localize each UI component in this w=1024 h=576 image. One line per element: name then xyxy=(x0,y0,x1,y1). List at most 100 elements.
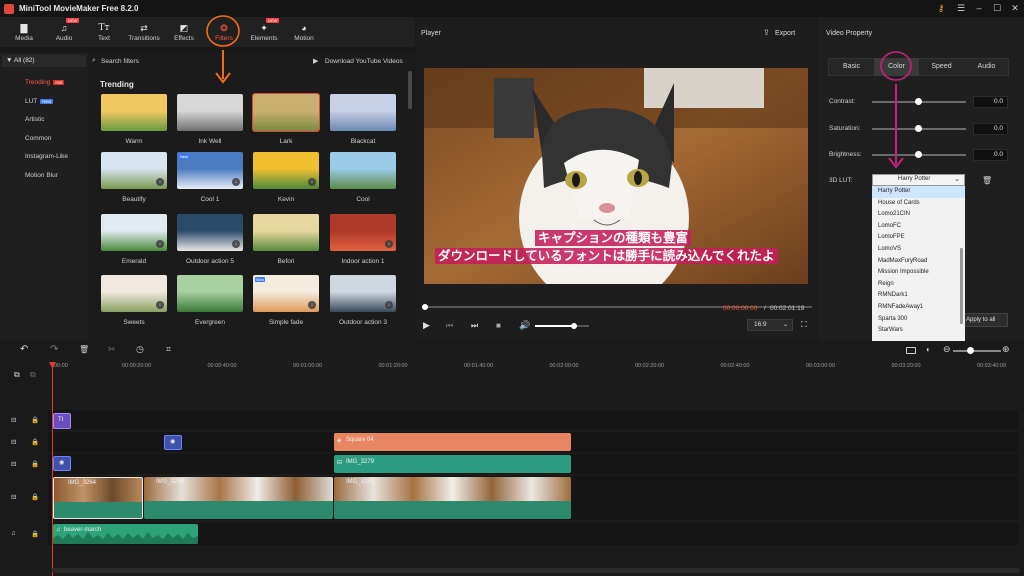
video-clip-3[interactable]: IMG_3281 xyxy=(334,477,571,519)
filter-thumb-emerald[interactable]: ↓ xyxy=(101,214,167,251)
zoom-slider[interactable] xyxy=(953,347,1001,354)
copy-track-icon[interactable]: ⧉ xyxy=(30,370,36,380)
previous-frame-button[interactable]: ⏮ xyxy=(446,321,453,331)
brightness-handle[interactable] xyxy=(915,151,922,158)
stop-button[interactable]: ■ xyxy=(496,321,501,330)
lock-icon[interactable]: 🔒 xyxy=(31,530,39,538)
close-button[interactable]: ✕ xyxy=(1008,2,1022,15)
tab-audio[interactable]: Audio xyxy=(964,58,1009,76)
apply-to-all-button[interactable]: Apply to all xyxy=(959,313,1008,327)
tab-audio[interactable]: ♫ NEW Audio xyxy=(44,17,84,47)
saturation-handle[interactable] xyxy=(915,125,922,132)
scissors-icon[interactable]: ✂ xyxy=(108,344,116,355)
category-trending[interactable]: Trending Hot xyxy=(25,79,65,86)
lut-select[interactable]: Harry Potter ⌄ xyxy=(872,174,965,186)
contrast-value-field[interactable]: 0.0 xyxy=(973,96,1008,108)
volume-slider[interactable] xyxy=(535,323,589,329)
play-button[interactable]: ▶ xyxy=(423,320,430,331)
lut-option[interactable]: Harry Potter xyxy=(872,186,965,198)
redo-icon[interactable]: ↷ xyxy=(50,344,58,355)
filter-thumb-lark[interactable] xyxy=(252,93,320,132)
download-youtube-link[interactable]: Download YouTube Videos xyxy=(325,58,403,65)
category-lut[interactable]: LUT New xyxy=(25,98,54,105)
category-artistic[interactable]: Artistic xyxy=(25,116,45,123)
download-icon[interactable]: ↓ xyxy=(156,240,164,248)
timeline-scrollbar[interactable] xyxy=(52,568,1020,573)
text-clip[interactable]: Tt xyxy=(53,413,71,429)
filter-thumb-outdoor-action-5[interactable]: ↓ xyxy=(177,214,243,251)
tab-color[interactable]: Color xyxy=(874,58,919,76)
split-icon[interactable]: ◐ xyxy=(926,345,931,354)
tab-filters[interactable]: ❂ Filters xyxy=(204,17,244,47)
filters-scrollbar[interactable] xyxy=(408,71,412,109)
aspect-ratio-select[interactable]: 16:9 ⌄ xyxy=(747,319,793,331)
filter-thumb-outdoor-action-3[interactable]: ↓ xyxy=(330,275,396,312)
lock-icon[interactable]: 🔒 xyxy=(31,438,39,446)
timeline-ruler[interactable]: 00:00 00:00:20:00 00:00:40:00 00:01:00:00 00… xyxy=(48,360,1024,382)
filter-thumb-ink-well[interactable] xyxy=(177,94,243,131)
element-clip[interactable]: ◈ Square 04 xyxy=(334,433,571,451)
trash-icon[interactable]: 🗑 xyxy=(982,176,992,185)
lut-option[interactable]: RMNFadeAway1 xyxy=(872,302,965,314)
lut-option[interactable]: Mission Impossible xyxy=(872,267,965,279)
volume-handle[interactable] xyxy=(570,323,577,329)
filter-thumb-cool[interactable] xyxy=(330,152,396,189)
category-motion-blur[interactable]: Motion Blur xyxy=(25,172,58,179)
lut-option[interactable]: StarWars xyxy=(872,325,965,337)
lut-option[interactable]: Sparta 300 xyxy=(872,314,965,326)
crop-icon[interactable]: ⌗ xyxy=(166,344,171,355)
tab-transitions[interactable]: ⇄ Transitions xyxy=(124,17,164,47)
contrast-slider[interactable] xyxy=(872,98,966,105)
category-instagram-like[interactable]: Instagram-Like xyxy=(25,153,68,160)
lut-option[interactable]: Lomo21CIN xyxy=(872,209,965,221)
maximize-button[interactable]: ☐ xyxy=(990,2,1004,15)
lock-icon[interactable]: 🔒 xyxy=(31,493,39,501)
undo-icon[interactable]: ↶ xyxy=(20,344,28,355)
filter-thumb-evergreen[interactable] xyxy=(177,275,243,312)
lut-option[interactable]: MadMaxFuryRoad xyxy=(872,256,965,268)
brightness-value-field[interactable]: 0.0 xyxy=(973,149,1008,161)
category-common[interactable]: Common xyxy=(25,135,51,142)
playhead[interactable] xyxy=(52,364,53,576)
brightness-slider[interactable] xyxy=(872,151,966,158)
tab-basic[interactable]: Basic xyxy=(829,58,874,76)
lut-option[interactable]: House of Cards xyxy=(872,198,965,210)
filter-thumb-indoor-action-1[interactable]: ↓ xyxy=(330,214,396,251)
sticker-clip-2[interactable]: ◉ xyxy=(53,456,71,471)
filter-thumb-sweets[interactable]: ↓ xyxy=(101,275,167,312)
sticker-clip[interactable]: ◉ xyxy=(164,435,182,450)
download-icon[interactable]: ↓ xyxy=(232,178,240,186)
download-icon[interactable]: ↓ xyxy=(232,240,240,248)
lut-option[interactable]: LomoVS xyxy=(872,244,965,256)
filter-thumb-simple-fade[interactable]: ↓ New xyxy=(253,275,319,312)
category-all[interactable]: ▼ All (82) xyxy=(2,55,86,67)
lut-option[interactable]: LomoFC xyxy=(872,221,965,233)
tab-effects[interactable]: ◩ Effects xyxy=(164,17,204,47)
export-button[interactable]: ⇪ Export xyxy=(761,26,801,40)
contrast-handle[interactable] xyxy=(915,98,922,105)
saturation-slider[interactable] xyxy=(872,125,966,132)
next-frame-button[interactable]: ⏭ xyxy=(471,321,478,331)
lut-list-scrollbar[interactable] xyxy=(960,248,963,324)
lut-dropdown-list[interactable]: Harry Potter House of Cards Lomo21CIN LomoF… xyxy=(872,186,965,341)
lut-option[interactable]: RMNDark1 xyxy=(872,290,965,302)
delete-icon[interactable]: 🗑 xyxy=(79,345,89,354)
lock-icon[interactable]: 🔒 xyxy=(31,460,39,468)
download-icon[interactable]: ↓ xyxy=(385,301,393,309)
lut-option[interactable]: LomoFPE xyxy=(872,232,965,244)
tab-text[interactable]: Tт Text xyxy=(84,17,124,47)
tab-motion[interactable]: ◕ Motion xyxy=(284,17,324,47)
menu-icon[interactable]: ☰ xyxy=(954,2,968,15)
saturation-value-field[interactable]: 0.0 xyxy=(973,123,1008,135)
overlay-clip[interactable]: ⊟ IMG_3279 xyxy=(334,455,571,473)
volume-icon[interactable]: 🔊 xyxy=(519,320,530,331)
audio-clip[interactable]: ♫ beaver-march xyxy=(53,524,198,544)
tab-media[interactable]: ▇ Media xyxy=(4,17,44,47)
tab-elements[interactable]: ✦ NEW Elements xyxy=(244,17,284,47)
fit-timeline-icon[interactable] xyxy=(906,347,916,354)
minimize-button[interactable]: – xyxy=(972,2,986,15)
video-clip-2[interactable]: IMG_3268 xyxy=(144,477,333,519)
download-icon[interactable]: ↓ xyxy=(156,301,164,309)
filter-thumb-cool-1[interactable]: ↓ New xyxy=(177,152,243,189)
lut-option[interactable]: Reign xyxy=(872,279,965,291)
